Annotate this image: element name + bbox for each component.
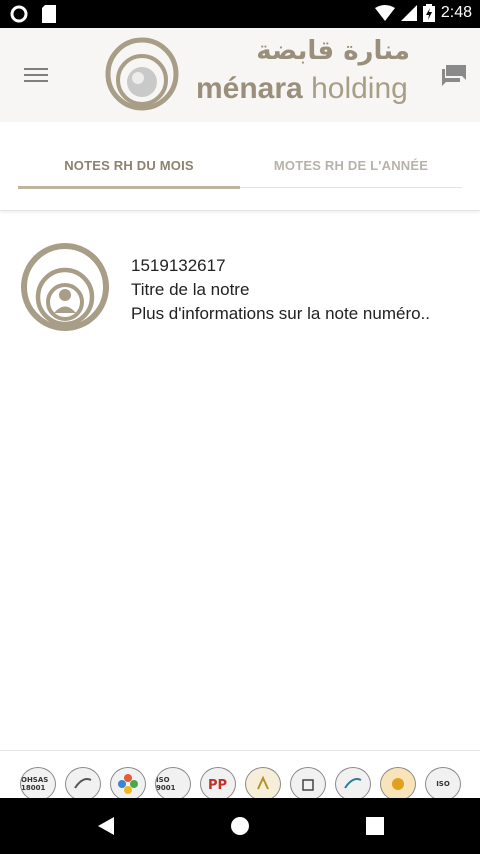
chat-button[interactable] [440,62,468,90]
building-seal-icon [302,779,314,791]
recents-square-icon [366,817,384,835]
tab-divider [240,187,462,188]
sd-card-icon [42,5,56,23]
status-time: 2:48 [440,4,472,21]
brand-secondary: holding [302,72,408,105]
battery-icon [422,4,435,22]
app-header: منارة قابضة ménara holding [0,28,480,122]
swoosh-seal-icon [74,778,92,789]
note-text: 1519132617 Titre de la notre Plus d'info… [131,254,430,326]
menu-button[interactable] [22,64,50,86]
certification-badge: PP [200,767,236,801]
tab-notes-year[interactable]: MOTES RH DE L'ANNÉE [240,158,462,173]
certification-badge-iso-2: ISO [425,767,461,801]
note-title: Titre de la notre [131,280,250,299]
signal-icon [400,5,417,21]
tab-notes-month[interactable]: NOTES RH DU MOIS [18,158,240,173]
certification-footer: OHSAS 18001 ISO 9001 PP ISO [0,750,480,801]
gold-seal-icon [257,775,269,790]
ring-notification-icon [10,5,28,23]
certification-badge [110,767,146,801]
brand-arabic: منارة قابضة [256,36,410,66]
tab-bar: NOTES RH DU MOIS MOTES RH DE L'ANNÉE [0,122,480,211]
back-triangle-icon [98,817,114,835]
active-tab-indicator [18,186,240,189]
certification-badge-iso: ISO 9001 [155,767,191,801]
pearl-logo-icon [105,37,179,111]
sun-seal-icon [392,778,404,790]
certification-badge [335,767,371,801]
brand-logo: منارة قابضة ménara holding [104,36,414,114]
note-avatar-icon [21,243,109,331]
note-id: 1519132617 [131,256,226,275]
pp-seal-icon: PP [208,778,227,793]
home-button[interactable] [228,814,252,838]
home-circle-icon [231,817,249,835]
brand-primary: ménara [196,72,303,105]
swoosh-seal-icon [344,778,362,789]
badge-row: OHSAS 18001 ISO 9001 PP ISO [20,767,461,801]
certification-badge-ohsas: OHSAS 18001 [20,767,56,801]
certification-badge [380,767,416,801]
status-bar: 2:48 [0,0,480,28]
svg-text:PP: PP [208,778,227,793]
note-description: Plus d'informations sur la note numéro.. [131,304,431,323]
recents-button[interactable] [363,814,387,838]
brand-name: ménara holding [196,72,408,106]
system-nav-bar [0,798,480,854]
hamburger-menu-icon [22,68,50,82]
certification-badge [290,767,326,801]
wifi-icon [374,5,395,21]
flower-seal-icon [118,774,138,794]
certification-badge [65,767,101,801]
certification-badge [245,767,281,801]
back-button[interactable] [94,814,118,838]
chat-bubbles-icon [442,65,466,86]
list-item[interactable]: 1519132617 Titre de la notre Plus d'info… [0,238,480,338]
